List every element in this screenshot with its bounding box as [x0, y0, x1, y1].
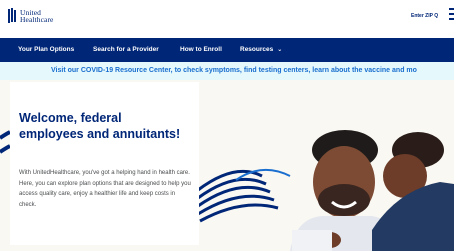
menu-icon[interactable] [449, 8, 454, 20]
hero-body-text: With UnitedHealthcare, you've got a help… [19, 170, 191, 208]
covid-banner[interactable]: Visit our COVID-19 Resource Center, to c… [0, 62, 454, 80]
menu-icon-bar [449, 13, 454, 15]
logo-mark-icon [8, 8, 16, 23]
unitedhealthcare-logo[interactable]: United Healthcare [8, 8, 53, 24]
hero-headline: Welcome, federal employees and annuitant… [19, 111, 181, 141]
main-nav: Your Plan Options Search for a Provider … [0, 38, 454, 62]
covid-banner-text[interactable]: Visit our COVID-19 Resource Center, to c… [51, 67, 417, 74]
menu-icon-bar [449, 18, 454, 20]
enter-zip-link[interactable]: Enter ZIP Q [411, 13, 438, 19]
nav-item-resources-label: Resources [240, 46, 274, 53]
chevron-down-icon: ⌄ [277, 47, 283, 53]
nav-item-search-for-a-provider[interactable]: Search for a Provider [93, 46, 159, 53]
menu-icon-bar [449, 8, 454, 10]
welcome-card: Welcome, federal employees and annuitant… [10, 82, 199, 245]
nav-item-how-to-enroll[interactable]: How to Enroll [180, 46, 222, 53]
nav-item-resources[interactable]: Resources ⌄ [240, 46, 282, 53]
logo-line-2: Healthcare [20, 15, 54, 24]
nav-item-your-plan-options[interactable]: Your Plan Options [18, 46, 74, 53]
top-bar: United Healthcare Enter ZIP Q [0, 0, 454, 38]
logo-text: United Healthcare [20, 8, 54, 24]
